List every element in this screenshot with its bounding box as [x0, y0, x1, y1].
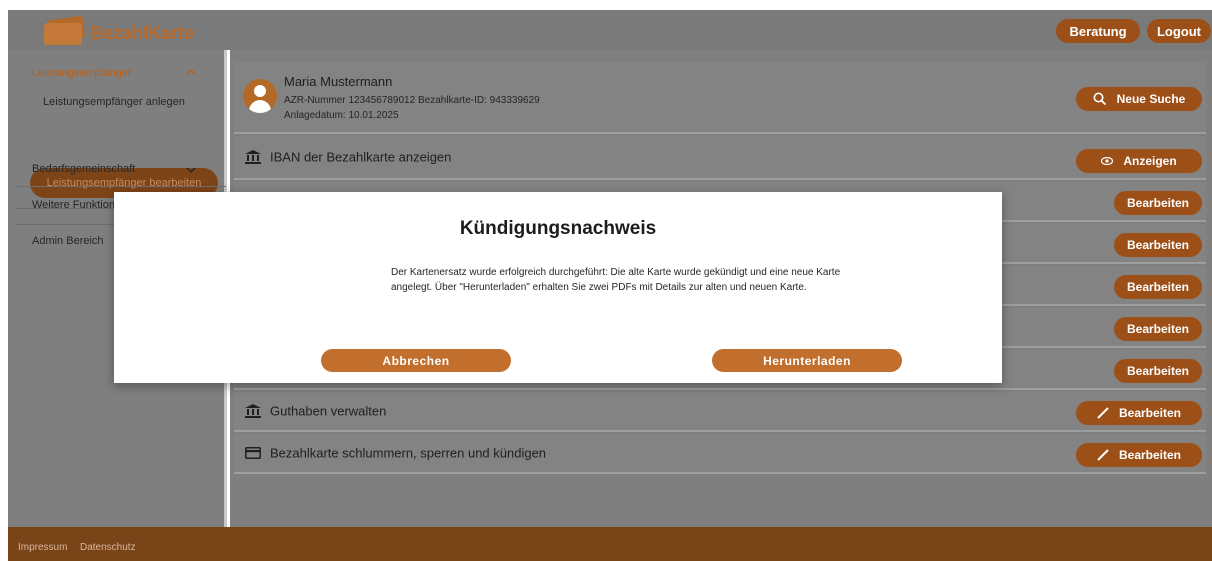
bank-icon	[245, 404, 261, 418]
row-kartenverwaltung: Bezahlkarte schlummern, sperren und künd…	[234, 434, 1206, 474]
sidebar-item-bedarfsgemeinschaft[interactable]: Bedarfsgemeinschaft	[32, 163, 135, 175]
dialog-title: Kündigungsnachweis	[459, 218, 657, 239]
pencil-icon	[1097, 449, 1109, 461]
row-kartenverwaltung-label: Bezahlkarte schlummern, sperren und künd…	[270, 445, 547, 461]
top-header: BezahlKarte Beratung Logout	[8, 10, 1212, 50]
edit-guthaben-label: Bearbeiten	[1118, 406, 1182, 420]
show-iban-button[interactable]: Anzeigen	[1076, 149, 1202, 173]
edit-button[interactable]: Bearbeiten	[1114, 233, 1202, 257]
row-guthaben-label: Guthaben verwalten	[270, 403, 387, 419]
dialog-text: Der Kartenersatz wurde erfolgreich durch…	[391, 267, 841, 293]
sidebar-group-leistungsempfaenger[interactable]: Leistungsempfänger	[32, 67, 132, 79]
person-date: Anlagedatum: 10.01.2025	[284, 110, 399, 121]
sidebar-item-admin[interactable]: Admin Bereich	[32, 235, 104, 247]
impressum-link[interactable]: Impressum	[18, 542, 67, 553]
show-iban-label: Anzeigen	[1123, 154, 1177, 168]
edit-karte-button[interactable]: Bearbeiten	[1076, 443, 1202, 467]
sidebar-item-anlegen[interactable]: Leistungsempfänger anlegen	[43, 96, 185, 108]
new-search-label: Neue Suche	[1116, 92, 1186, 106]
sidebar-divider	[16, 186, 226, 187]
brand-name[interactable]: BezahlKarte	[90, 23, 194, 44]
bank-icon	[245, 150, 261, 164]
edit-button[interactable]: Bearbeiten	[1114, 317, 1202, 341]
chevron-up-icon[interactable]	[186, 68, 196, 76]
footer: Impressum Datenschutz	[8, 527, 1212, 561]
datenschutz-link[interactable]: Datenschutz	[80, 542, 136, 553]
edit-button[interactable]: Bearbeiten	[1114, 275, 1202, 299]
edit-karte-label: Bearbeiten	[1118, 448, 1182, 462]
person-card: Maria Mustermann AZR-Nummer 123456789012…	[234, 62, 1206, 134]
new-search-button[interactable]: Neue Suche	[1076, 87, 1202, 111]
row-iban: IBAN der Bezahlkarte anzeigen Anzeigen	[234, 136, 1206, 180]
edit-guthaben-button[interactable]: Bearbeiten	[1076, 401, 1202, 425]
eye-icon	[1101, 157, 1114, 165]
edit-button[interactable]: Bearbeiten	[1114, 191, 1202, 215]
pencil-icon	[1097, 407, 1109, 419]
kuendigungsnachweis-dialog: Kündigungsnachweis Der Kartenersatz wurd…	[114, 192, 1002, 383]
download-button[interactable]: Herunterladen	[712, 349, 902, 372]
avatar-icon	[243, 79, 277, 113]
row-iban-label: IBAN der Bezahlkarte anzeigen	[270, 149, 452, 165]
beratung-button[interactable]: Beratung	[1056, 19, 1140, 43]
person-ids: AZR-Nummer 123456789012 Bezahlkarte-ID: …	[284, 95, 540, 106]
card-logo-icon	[44, 15, 85, 45]
cancel-button[interactable]: Abbrechen	[321, 349, 511, 372]
row-guthaben: Guthaben verwalten Bearbeiten	[234, 392, 1206, 432]
logout-button[interactable]: Logout	[1147, 19, 1211, 43]
search-icon	[1093, 92, 1106, 106]
person-name: Maria Mustermann	[284, 74, 393, 89]
chevron-down-icon[interactable]	[186, 166, 196, 174]
card-icon	[245, 447, 261, 459]
edit-button[interactable]: Bearbeiten	[1114, 359, 1202, 383]
sidebar-item-weitere-funktionen[interactable]: Weitere Funktione	[32, 199, 121, 211]
